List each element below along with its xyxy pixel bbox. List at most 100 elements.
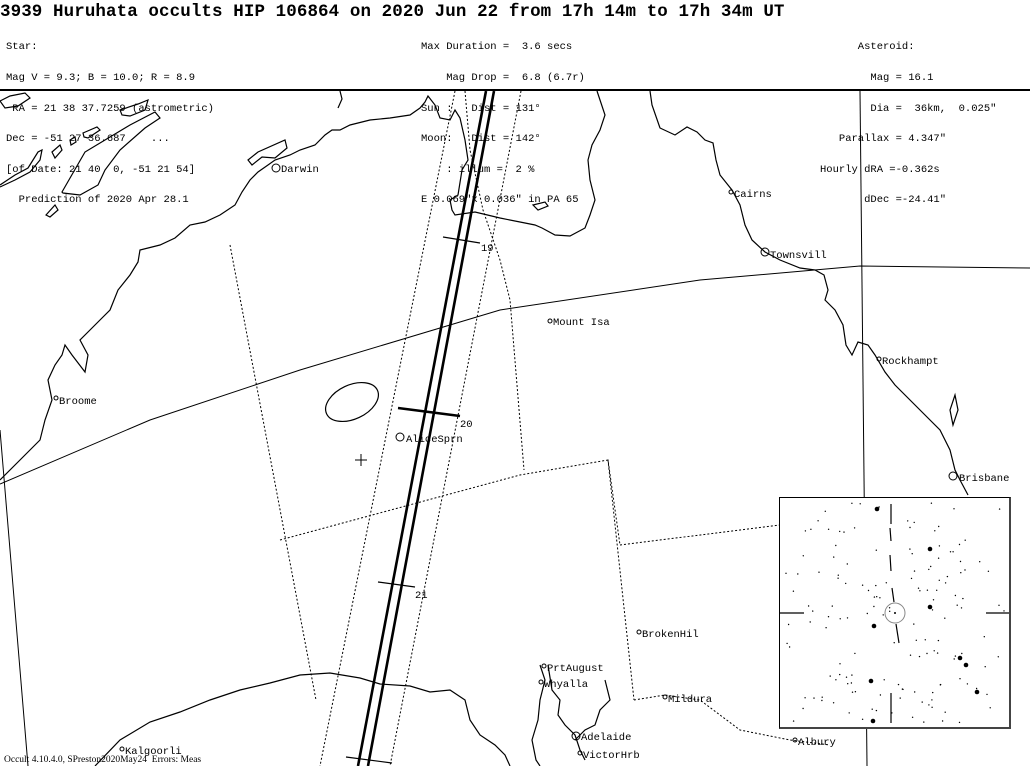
- background-star: [983, 636, 985, 638]
- background-star: [913, 623, 915, 625]
- background-star: [843, 531, 845, 533]
- background-star: [960, 607, 963, 609]
- city-label-albury: Albury: [798, 737, 836, 749]
- background-star: [938, 579, 940, 581]
- bright-star: [927, 604, 933, 610]
- city-label-rockhampton: Rockhampt: [882, 356, 939, 368]
- bright-star: [927, 546, 933, 552]
- background-star: [788, 646, 791, 648]
- background-star: [853, 527, 856, 529]
- city-label-whyalla: Whyalla: [544, 679, 588, 691]
- background-star: [989, 707, 991, 709]
- nt-qld-border: [464, 90, 525, 471]
- nt-sa-border: [279, 459, 621, 546]
- background-star: [866, 612, 868, 615]
- background-star: [917, 587, 920, 589]
- background-star: [936, 652, 939, 654]
- background-star: [875, 549, 877, 551]
- background-star: [893, 642, 895, 644]
- background-star: [837, 577, 839, 579]
- city-marker-alice-springs: [395, 432, 405, 442]
- island: [531, 201, 549, 211]
- bright-star: [871, 623, 877, 629]
- background-star: [932, 691, 934, 694]
- background-star: [953, 658, 955, 660]
- background-star: [931, 706, 933, 708]
- background-star: [792, 590, 795, 592]
- background-star: [958, 543, 961, 546]
- background-star: [846, 563, 848, 565]
- background-star: [914, 691, 916, 693]
- background-star: [987, 570, 990, 572]
- island-large: [61, 111, 161, 196]
- background-star: [873, 596, 876, 598]
- background-star: [854, 691, 857, 693]
- island: [69, 136, 77, 146]
- background-star: [939, 683, 942, 686]
- background-star: [875, 709, 878, 712]
- background-star: [923, 721, 925, 723]
- star-chart-inset: [779, 497, 1011, 729]
- background-star: [938, 525, 940, 528]
- error-ellipse-marker: [325, 381, 379, 423]
- time-label-19: 19: [481, 243, 494, 255]
- background-star: [851, 674, 853, 676]
- background-star: [829, 675, 831, 677]
- background-star: [802, 707, 804, 710]
- city-marker-port-augusta: [541, 663, 547, 669]
- island: [45, 203, 59, 218]
- background-star: [959, 560, 962, 563]
- background-star: [930, 565, 932, 568]
- city-label-victor-harbor: VictorHrb: [583, 750, 640, 762]
- time-tick-20: [397, 406, 461, 418]
- background-star: [966, 683, 969, 685]
- bright-star: [874, 506, 880, 512]
- background-star: [911, 716, 914, 718]
- background-star: [832, 702, 835, 704]
- background-star: [818, 571, 820, 573]
- background-star: [975, 687, 978, 690]
- background-star: [921, 701, 923, 703]
- background-star: [959, 678, 961, 680]
- background-star: [936, 589, 938, 591]
- city-label-darwin: Darwin: [281, 164, 319, 176]
- time-label-20: 20: [460, 419, 473, 431]
- qld-nsw-border: [619, 524, 781, 546]
- background-star: [835, 544, 837, 547]
- city-label-alice-springs: AliceSprn: [406, 434, 463, 446]
- background-star: [867, 589, 870, 592]
- city-marker-broome: [53, 395, 59, 401]
- path-sigma-limits: [319, 90, 522, 766]
- background-star: [919, 590, 921, 592]
- background-star: [953, 508, 955, 510]
- background-star: [792, 720, 795, 722]
- center-cross-icon: [355, 454, 367, 466]
- background-star: [958, 721, 961, 724]
- background-star: [930, 502, 933, 504]
- city-label-townsville: Townsvill: [770, 250, 827, 262]
- background-star: [845, 676, 848, 678]
- background-star: [861, 718, 864, 720]
- background-star: [807, 605, 810, 607]
- background-star: [961, 652, 963, 655]
- island: [51, 143, 63, 160]
- bright-star: [974, 689, 980, 695]
- background-star: [897, 683, 900, 686]
- city-marker-kalgoorlie: [119, 746, 125, 752]
- background-star: [902, 688, 904, 691]
- background-star: [888, 607, 891, 609]
- background-star: [909, 654, 912, 656]
- background-star: [854, 652, 856, 655]
- background-star: [933, 650, 935, 652]
- background-star: [809, 621, 811, 623]
- background-star: [918, 655, 921, 658]
- east-coast: [649, 90, 969, 496]
- longitude-line-west: [0, 429, 29, 766]
- background-star: [932, 599, 935, 601]
- background-star: [986, 693, 988, 696]
- background-star: [979, 561, 981, 563]
- time-tick-19: [442, 236, 481, 244]
- city-label-mildura: Mildura: [668, 694, 712, 706]
- background-star: [848, 712, 850, 714]
- background-star: [827, 616, 830, 618]
